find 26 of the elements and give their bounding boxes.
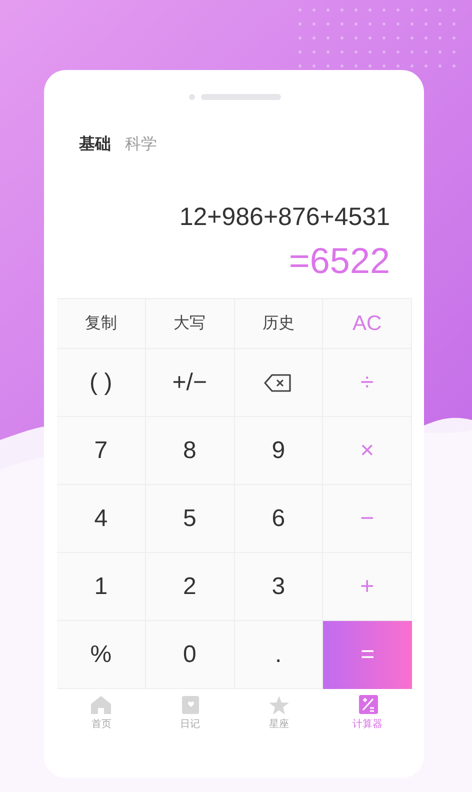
key-button[interactable]: +/− bbox=[146, 349, 234, 417]
backspace-icon bbox=[264, 374, 292, 392]
key-button[interactable]: 5 bbox=[146, 485, 234, 553]
key-button[interactable]: . bbox=[234, 621, 324, 689]
notebook-icon bbox=[179, 695, 202, 715]
key-button[interactable]: 8 bbox=[146, 417, 234, 485]
key-button[interactable]: 历史 bbox=[234, 299, 324, 349]
calculator-icon bbox=[356, 695, 379, 715]
key-button[interactable]: 6 bbox=[234, 485, 324, 553]
star-icon bbox=[268, 695, 290, 715]
key-button[interactable]: 9 bbox=[234, 417, 324, 485]
backspace-button[interactable] bbox=[234, 349, 324, 417]
key-button[interactable]: % bbox=[57, 621, 146, 689]
key-button[interactable]: 大写 bbox=[146, 299, 234, 349]
result-text: =6522 bbox=[288, 240, 391, 282]
key-button[interactable]: 0 bbox=[146, 621, 234, 689]
key-button[interactable]: 2 bbox=[146, 553, 234, 621]
expression-text: 12+986+876+4531 bbox=[178, 203, 391, 232]
key-button[interactable]: 1 bbox=[57, 553, 146, 621]
key-button[interactable]: 3 bbox=[234, 553, 324, 621]
key-button[interactable]: 4 bbox=[57, 485, 146, 553]
key-button[interactable]: 复制 bbox=[57, 299, 146, 349]
key-button[interactable]: ( ) bbox=[57, 349, 146, 417]
home-icon bbox=[90, 695, 112, 715]
key-button[interactable]: 7 bbox=[57, 417, 146, 485]
mode-tab[interactable]: 基础 bbox=[79, 134, 111, 155]
